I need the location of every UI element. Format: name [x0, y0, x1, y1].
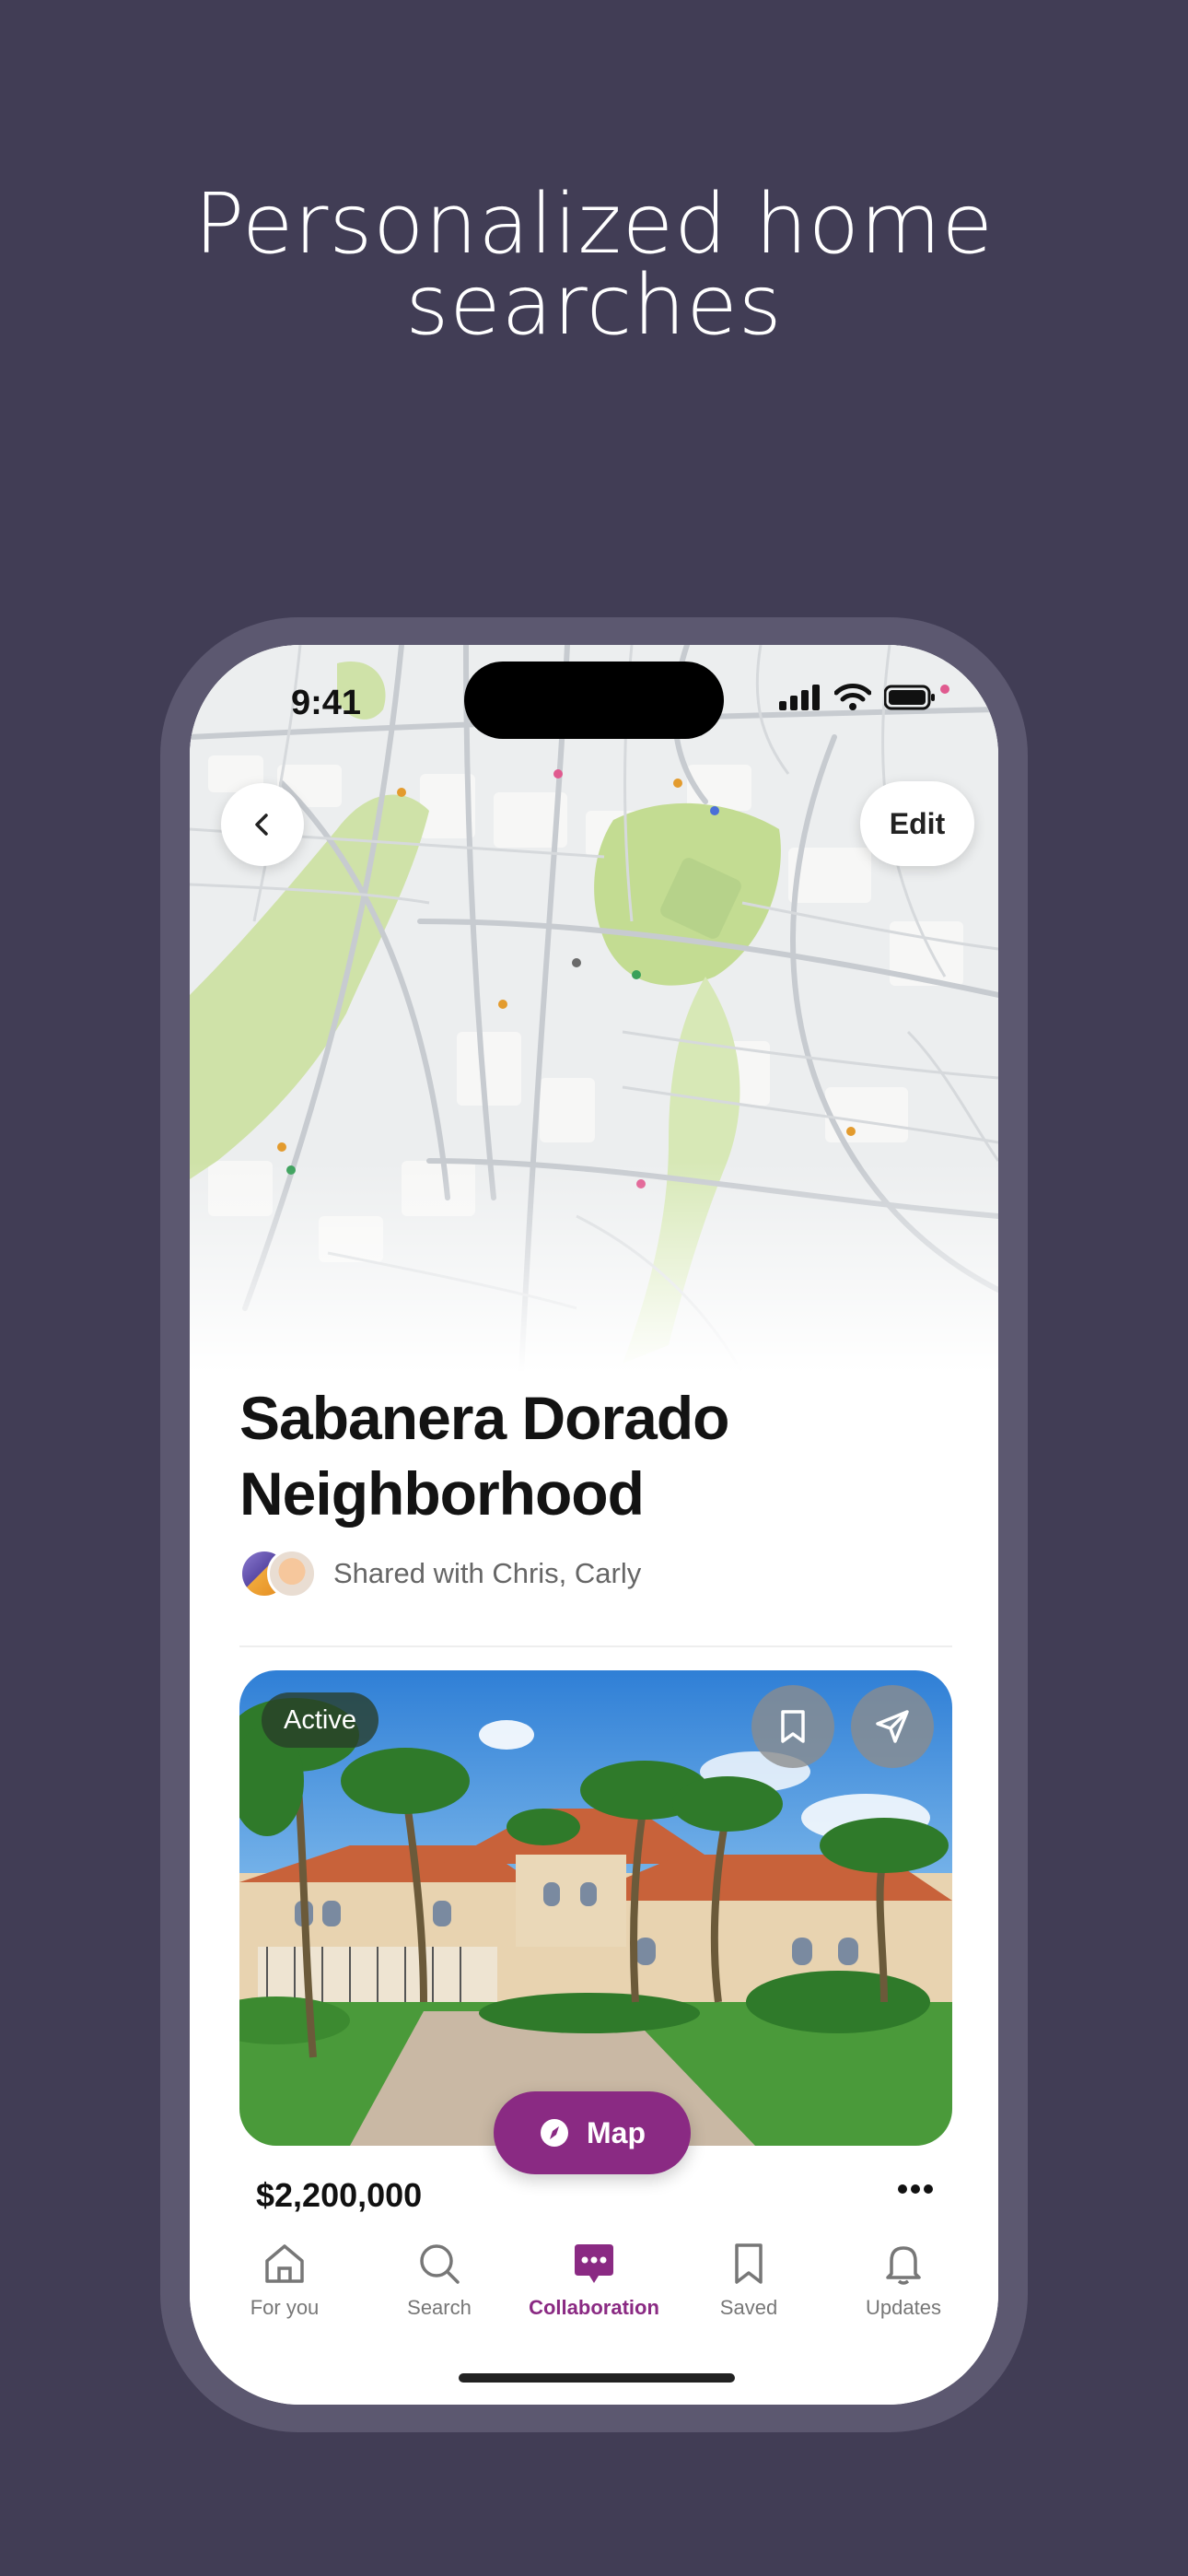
headline: Personalized home searches [0, 176, 1188, 354]
map-view[interactable] [190, 645, 998, 1373]
divider [239, 1645, 952, 1647]
home-icon [265, 2244, 304, 2283]
compass-icon [541, 2119, 568, 2147]
tab-label: Collaboration [529, 2296, 659, 2319]
share-listing-button[interactable] [851, 1685, 934, 1768]
status-badge: Active [262, 1692, 379, 1748]
headline-line-1: Personalized home [193, 176, 995, 273]
phone-screen: 9:41 Edit Sabanera Dorado Neighborhood S… [190, 645, 998, 2405]
map-fade [190, 1161, 998, 1373]
status-time: 9:41 [291, 684, 362, 722]
shared-with-row[interactable]: Shared with Chris, Carly [239, 1546, 641, 1601]
avatar [267, 1549, 317, 1598]
shared-with-text: Shared with Chris, Carly [333, 1557, 642, 1589]
bookmark-icon [735, 2243, 763, 2284]
home-indicator [459, 2373, 735, 2383]
send-icon [876, 1710, 909, 1743]
map-button[interactable]: Map [494, 2091, 691, 2174]
search-title-line-1: Sabanera Dorado [239, 1384, 730, 1452]
tab-updates[interactable]: Updates [825, 2241, 982, 2320]
tab-for-you[interactable]: For you [206, 2241, 363, 2320]
chat-icon [575, 2244, 613, 2283]
tab-label: Saved [719, 2296, 778, 2319]
save-listing-button[interactable] [751, 1685, 834, 1768]
wifi-icon [834, 684, 871, 710]
battery-icon [884, 685, 935, 710]
listing-card[interactable]: Active [239, 1670, 952, 2146]
more-options-icon[interactable] [897, 2184, 934, 2195]
tab-collaboration[interactable]: Collaboration [516, 2241, 672, 2320]
tab-saved[interactable]: Saved [670, 2241, 827, 2320]
search-icon [420, 2244, 460, 2284]
bell-icon [886, 2246, 921, 2285]
listing-price: $2,200,000 [256, 2176, 423, 2214]
signal-icon [779, 685, 820, 710]
map-button-label: Map [587, 2115, 646, 2149]
headline-line-2: searches [405, 257, 783, 354]
status-icons [779, 684, 936, 711]
tab-label: For you [250, 2296, 320, 2319]
edit-button[interactable]: Edit [860, 781, 974, 866]
tab-label: Updates [866, 2296, 941, 2319]
back-button[interactable] [221, 783, 304, 866]
search-title-line-2: Neighborhood [239, 1459, 645, 1528]
dynamic-island [464, 662, 724, 739]
tab-search[interactable]: Search [361, 2241, 518, 2320]
chevron-left-icon [255, 814, 268, 836]
search-title: Sabanera Dorado Neighborhood [239, 1380, 958, 1531]
tab-label: Search [407, 2296, 472, 2319]
bookmark-icon [781, 1710, 805, 1743]
